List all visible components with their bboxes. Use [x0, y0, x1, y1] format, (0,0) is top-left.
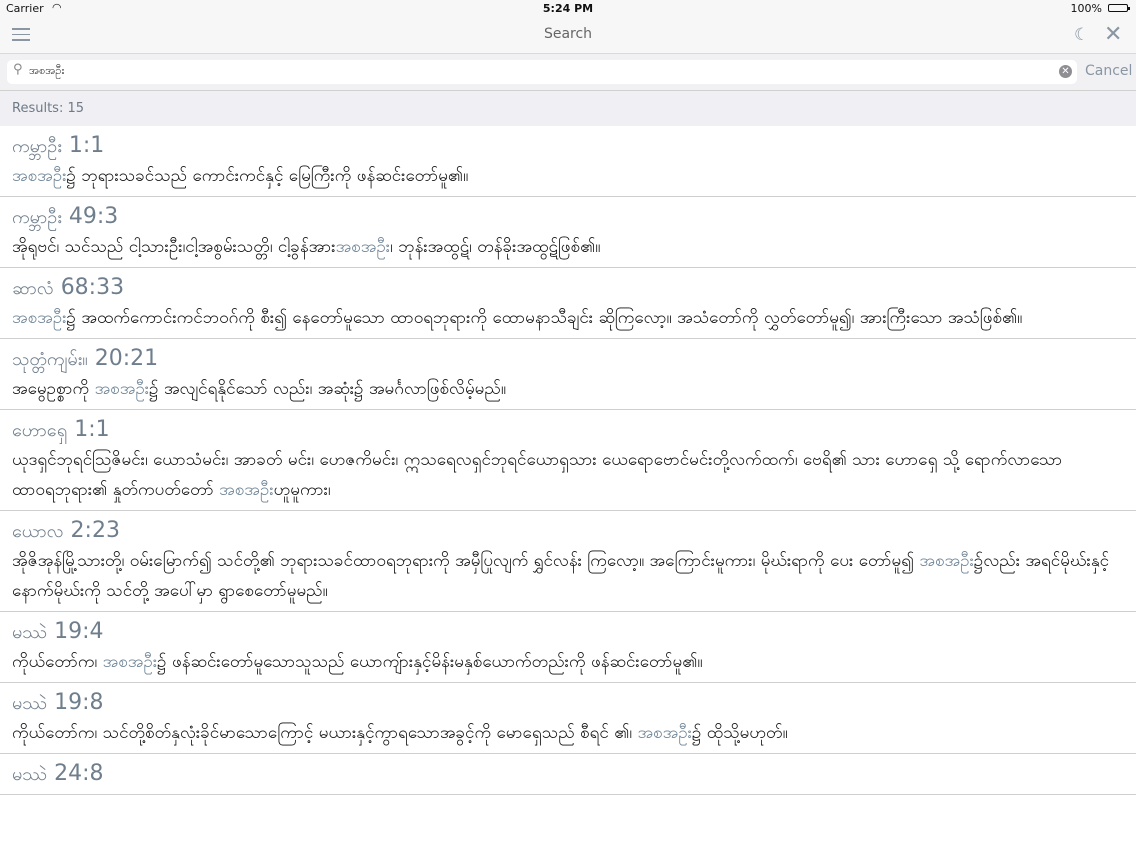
book-name: မဿဲ — [12, 693, 48, 714]
verse-reference: ဟောရှေ 1:1 — [12, 417, 1124, 443]
page-title: Search — [543, 26, 593, 42]
status-bar: Carrier ◠ 5:24 PM 100% — [0, 0, 1136, 17]
cancel-button[interactable]: Cancel — [1085, 63, 1132, 79]
verse-text-before: ယုဒရှင်ဘုရင်ဩဇိမင်း၊ ယောသံမင်း၊ အာခတ် မင… — [12, 450, 1063, 500]
search-input[interactable] — [29, 63, 1039, 81]
book-name: မဿဲ — [12, 622, 48, 643]
verse-text-after: ၌ ဘုရားသခင်သည် ကောင်းကင်နှင့် မြေကြီးကို… — [66, 166, 469, 186]
result-row[interactable]: ဆာလံ 68:33 အစအဦး၌ အထက်ကောင်းကင်ဘဝဂ်ကို စ… — [0, 268, 1136, 339]
verse-text-before: ကိုယ်တော်က၊ — [12, 652, 103, 672]
close-icon[interactable]: ✕ — [1104, 22, 1122, 48]
results-count: Results: 15 — [12, 101, 84, 116]
verse-reference: ကမ္ဘာဦး 1:1 — [12, 133, 1124, 159]
chapter-verse: 19:4 — [54, 619, 104, 644]
verse-highlight: အစအဦး — [219, 480, 274, 500]
verse-reference: ကမ္ဘာဦး 49:3 — [12, 204, 1124, 230]
clear-search-icon[interactable]: ✕ — [1059, 65, 1072, 78]
verse-text: ယုဒရှင်ဘုရင်ဩဇိမင်း၊ ယောသံမင်း၊ အာခတ် မင… — [12, 445, 1124, 505]
result-row[interactable]: ကမ္ဘာဦး 49:3 အိုရုဗင်၊ သင်သည် ငါ့သားဦး၊င… — [0, 197, 1136, 268]
result-row[interactable]: ယောလ 2:23 အိုဇိအုန်မြို့သားတို့၊ ဝမ်းမြေ… — [0, 511, 1136, 612]
verse-reference: သုတ္တံကျမ်း။ 20:21 — [12, 346, 1124, 372]
verse-text-before: အိုရုဗင်၊ သင်သည် ငါ့သားဦး၊ငါ့အစွမ်းသတ္တိ… — [12, 237, 336, 257]
verse-reference: မဿဲ 24:8 — [12, 761, 1124, 787]
chapter-verse: 24:8 — [54, 761, 104, 786]
book-name: သုတ္တံကျမ်း။ — [12, 349, 88, 370]
verse-highlight: အစအဦး — [637, 723, 692, 743]
book-name: ယောလ — [12, 521, 64, 542]
verse-highlight: အစအဦး — [12, 308, 67, 328]
verse-text: ကိုယ်တော်က၊ သင်တို့စိတ်နှလုံးခိုင်မာသောက… — [12, 718, 1124, 748]
result-row[interactable]: မဿဲ 19:8 ကိုယ်တော်က၊ သင်တို့စိတ်နှလုံးခိ… — [0, 683, 1136, 754]
result-row[interactable]: မဿဲ 19:4 ကိုယ်တော်က၊ အစအဦး၌ ဖန်ဆင်းတော်မ… — [0, 612, 1136, 683]
verse-reference: မဿဲ 19:8 — [12, 690, 1124, 716]
result-row[interactable]: ကမ္ဘာဦး 1:1 အစအဦး၌ ဘုရားသခင်သည် ကောင်းကင… — [0, 126, 1136, 197]
verse-highlight: အစအဦး — [102, 652, 158, 672]
chapter-verse: 1:1 — [74, 417, 110, 442]
verse-text-before: အမွေဥစ္စာကို — [12, 379, 95, 399]
book-name: မဿဲ — [12, 764, 48, 785]
results-count-header: Results: 15 — [0, 91, 1136, 126]
verse-text: အစအဦး၌ ဘုရားသခင်သည် ကောင်းကင်နှင့် မြေကြ… — [12, 161, 1124, 191]
result-row[interactable]: သုတ္တံကျမ်း။ 20:21 အမွေဥစ္စာကို အစအဦး၌ အ… — [0, 339, 1136, 410]
verse-text-after: ၌ ဖန်ဆင်းတော်မူသောသူသည် ယောကျ်ားနှင့်မိန… — [157, 652, 703, 672]
verse-text: ကိုယ်တော်က၊ အစအဦး၌ ဖန်ဆင်းတော်မူသောသူသည်… — [12, 647, 1124, 677]
chapter-verse: 49:3 — [68, 204, 119, 229]
verse-reference: ဆာလံ 68:33 — [12, 275, 1124, 301]
verse-text-before: ကိုယ်တော်က၊ သင်တို့စိတ်နှလုံးခိုင်မာသောက… — [12, 723, 638, 743]
verse-highlight: အစအဦး — [335, 237, 391, 257]
book-name: ကမ္ဘာဦး — [12, 136, 62, 157]
verse-reference: ယောလ 2:23 — [12, 518, 1124, 544]
verse-text-before: အိုဇိအုန်မြို့သားတို့၊ ဝမ်းမြောက်၍ သင်တိ… — [12, 551, 920, 571]
result-row[interactable]: မဿဲ 24:8 — [0, 754, 1136, 795]
verse-text-after: ၌ အထက်ကောင်းကင်ဘဝဂ်ကို စီး၍ နေတော်မူသော … — [66, 308, 1023, 328]
verse-text: အမွေဥစ္စာကို အစအဦး၌ အလျင်ရနိုင်သော် လည်း… — [12, 374, 1124, 404]
status-time: 5:24 PM — [542, 2, 594, 15]
book-name: ဆာလံ — [12, 278, 54, 299]
verse-text: အိုရုဗင်၊ သင်သည် ငါ့သားဦး၊ငါ့အစွမ်းသတ္တိ… — [12, 232, 1124, 262]
navigation-bar: Search ☾ ✕ — [0, 17, 1136, 54]
verse-text-after: ဟူမူကား၊ — [273, 480, 331, 500]
verse-highlight: အစအဦး — [919, 551, 974, 571]
battery-percent: 100% — [1070, 2, 1102, 15]
verse-text-after: ၌ အလျင်ရနိုင်သော် လည်း၊ အဆုံး၌ အမင်္ဂလာဖ… — [149, 379, 506, 399]
chapter-verse: 1:1 — [68, 133, 105, 158]
book-name: ဟောရှေ — [12, 420, 68, 441]
verse-text: အိုဇိအုန်မြို့သားတို့၊ ဝမ်းမြောက်၍ သင်တိ… — [12, 546, 1124, 606]
results-list: ကမ္ဘာဦး 1:1 အစအဦး၌ ဘုရားသခင်သည် ကောင်းကင… — [0, 126, 1136, 852]
search-bar: ⚲ ✕ Cancel — [0, 54, 1136, 91]
battery-icon — [1108, 4, 1130, 12]
chapter-verse: 68:33 — [60, 275, 125, 300]
search-field: ⚲ ✕ — [7, 60, 1077, 84]
verse-text: အစအဦး၌ အထက်ကောင်းကင်ဘဝဂ်ကို စီး၍ နေတော်မ… — [12, 303, 1124, 333]
chapter-verse: 19:8 — [54, 690, 104, 715]
night-mode-icon[interactable]: ☾ — [1074, 25, 1089, 45]
verse-highlight: အစအဦး — [94, 379, 150, 399]
chapter-verse: 20:21 — [94, 346, 159, 371]
verse-highlight: အစအဦး — [12, 166, 67, 186]
chapter-verse: 2:23 — [70, 518, 120, 543]
verse-text-after: ၊ ဘုန်းအထွဋ်၊ တန်ခိုးအထွဋ်ဖြစ်၏။ — [390, 237, 601, 257]
search-icon: ⚲ — [13, 62, 23, 77]
verse-text-after: ၌ ထိုသို့မဟုတ်။ — [691, 723, 788, 743]
book-name: ကမ္ဘာဦး — [12, 207, 62, 228]
result-row[interactable]: ဟောရှေ 1:1 ယုဒရှင်ဘုရင်ဩဇိမင်း၊ ယောသံမင်… — [0, 410, 1136, 511]
verse-reference: မဿဲ 19:4 — [12, 619, 1124, 645]
